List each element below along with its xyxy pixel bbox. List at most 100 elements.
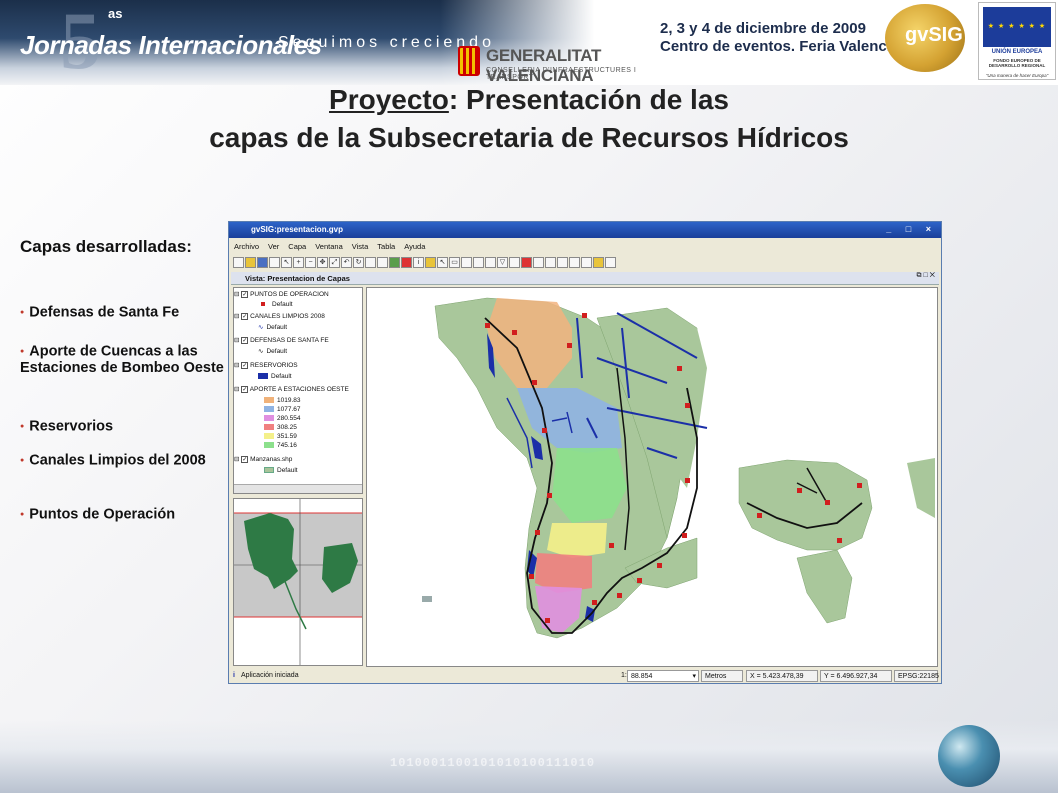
- info-icon: i: [233, 672, 235, 679]
- measure-icon[interactable]: [365, 257, 376, 268]
- city-blocks: [907, 458, 935, 518]
- toc-layer-row[interactable]: ⊟ ✓ RESERVORIOS: [234, 361, 362, 372]
- toc-legend-row: Default: [258, 373, 362, 384]
- toc-legend-label: Default: [277, 467, 298, 474]
- select-poly-icon[interactable]: [461, 257, 472, 268]
- toc-layer-row[interactable]: ⊟ ✓ DEFENSAS DE SANTA FE: [234, 336, 362, 347]
- map-canvas[interactable]: [366, 287, 938, 667]
- menu-archivo[interactable]: Archivo: [229, 239, 263, 251]
- toc-layer-row[interactable]: ⊟ ✓ Manzanas.shp: [234, 455, 362, 466]
- punto-operacion: [512, 330, 517, 335]
- punto-operacion: [837, 538, 842, 543]
- select-rect-icon[interactable]: ▭: [449, 257, 460, 268]
- punto-operacion: [857, 483, 862, 488]
- zoom-full-icon[interactable]: ⤢: [329, 257, 340, 268]
- zoom-in-icon[interactable]: +: [293, 257, 304, 268]
- view-titlebar[interactable]: Vista: Presentacion de Capas ⧉ □ ✕: [231, 272, 939, 285]
- toc-layer-row[interactable]: ⊟ ✓ CANALES LIMPIOS 2008: [234, 312, 362, 323]
- select-layer-icon[interactable]: [473, 257, 484, 268]
- export-icon[interactable]: [605, 257, 616, 268]
- refresh-icon[interactable]: ↻: [353, 257, 364, 268]
- toc-layer-row[interactable]: ⊟ ✓ PUNTOS DE OPERACION: [234, 290, 362, 301]
- punto-operacion: [685, 478, 690, 483]
- select-icon[interactable]: ↖: [281, 257, 292, 268]
- eu-stars-icon: ★ ★ ★ ★ ★ ★: [987, 23, 1047, 30]
- layer-list-label: Puntos de Operación: [29, 506, 176, 523]
- footer-band: 1010001100101010100111010: [0, 720, 1058, 793]
- class-swatch: [264, 406, 274, 413]
- menu-ver[interactable]: Ver: [263, 239, 283, 251]
- toc-class-value: 351.59: [277, 433, 297, 440]
- eu-motto: "Una manera de hacer Europa": [985, 73, 1049, 78]
- menu-tabla[interactable]: Tabla: [372, 239, 399, 251]
- units-field: Metros: [701, 670, 743, 682]
- bullet-icon: ●: [20, 511, 25, 518]
- menu-vista[interactable]: Vista: [347, 239, 373, 251]
- layer-checkbox[interactable]: ✓: [241, 336, 249, 344]
- toc-layer-name: DEFENSAS DE SANTA FE: [250, 337, 329, 344]
- toc-layer-name: RESERVORIOS: [250, 362, 298, 369]
- gvsig-logo: gvSIG: [885, 4, 965, 72]
- info-icon[interactable]: i: [413, 257, 424, 268]
- toc-scrollbar[interactable]: [234, 484, 362, 493]
- layers-heading: Capas desarrolladas:: [20, 237, 192, 256]
- save-icon[interactable]: [257, 257, 268, 268]
- edit-icon[interactable]: [593, 257, 604, 268]
- layer-checkbox[interactable]: ✓: [241, 290, 249, 298]
- menu-bar: Archivo Ver Capa Ventana Vista Tabla Ayuda: [229, 239, 941, 253]
- menu-ventana[interactable]: Ventana: [310, 239, 347, 251]
- overview-map[interactable]: [233, 498, 363, 666]
- layer-checkbox[interactable]: ✓: [241, 361, 249, 369]
- table-icon[interactable]: [509, 257, 520, 268]
- status-message: Aplicación iniciada: [241, 672, 299, 679]
- grid-icon[interactable]: [557, 257, 568, 268]
- properties-icon[interactable]: [545, 257, 556, 268]
- layer-list-item: ● Puntos de Operación: [20, 506, 225, 523]
- layer-list-item: ● Canales Limpios del 2008: [20, 452, 225, 469]
- punto-operacion: [592, 600, 597, 605]
- toc-legend-row: Default: [258, 301, 362, 312]
- remove-layer-icon[interactable]: [401, 257, 412, 268]
- menu-ayuda[interactable]: Ayuda: [399, 239, 429, 251]
- copy-icon[interactable]: [569, 257, 580, 268]
- generalitat-sub: CONSELLERIA D'INFRAESTRUCTURES I TRANSPO…: [486, 67, 637, 81]
- menu-capa[interactable]: Capa: [283, 239, 310, 251]
- event-dates: 2, 3 y 4 de diciembre de 2009: [660, 20, 866, 37]
- open-icon[interactable]: [245, 257, 256, 268]
- hyperlink-icon[interactable]: [425, 257, 436, 268]
- window-titlebar[interactable]: gvSIG:presentacion.gvp _ □ ×: [229, 222, 941, 238]
- punto-operacion: [685, 403, 690, 408]
- pan-icon[interactable]: ✥: [317, 257, 328, 268]
- y-coordinate: Y = 6.496.927,34: [820, 670, 892, 682]
- new-icon[interactable]: [233, 257, 244, 268]
- paste-icon[interactable]: [581, 257, 592, 268]
- toc-legend-row: ∿ Default: [258, 323, 362, 334]
- event-number-suffix: as: [108, 6, 123, 21]
- layer-checkbox[interactable]: ✓: [241, 312, 249, 320]
- line-symbol-icon: ∿: [258, 348, 264, 355]
- filter-icon[interactable]: ▽: [497, 257, 508, 268]
- layer-checkbox[interactable]: ✓: [241, 385, 249, 393]
- class-swatch: [264, 424, 274, 431]
- view-controls[interactable]: ⧉ □ ✕: [917, 272, 935, 280]
- generalitat-emblem-icon: [458, 46, 480, 76]
- locator-icon[interactable]: [533, 257, 544, 268]
- clear-selection-icon[interactable]: [485, 257, 496, 268]
- window-controls[interactable]: _ □ ×: [886, 224, 937, 234]
- zoom-previous-icon[interactable]: ↶: [341, 257, 352, 268]
- select-point-icon[interactable]: ↖: [437, 257, 448, 268]
- scale-input[interactable]: 88.854 ▾: [627, 670, 699, 682]
- layers-icon[interactable]: [269, 257, 280, 268]
- punto-operacion: [535, 530, 540, 535]
- layer-checkbox[interactable]: ✓: [241, 455, 249, 463]
- toc-legend-label: Default: [266, 348, 288, 355]
- add-layer-icon[interactable]: [389, 257, 400, 268]
- toc-layer-row[interactable]: ⊟ ✓ APORTE A ESTACIONES OESTE: [234, 385, 362, 396]
- chevron-down-icon[interactable]: ▾: [692, 671, 696, 682]
- slide: 5 as Jornadas Internacionales Seguimos c…: [0, 0, 1058, 793]
- layout-icon[interactable]: [521, 257, 532, 268]
- area-icon[interactable]: [377, 257, 388, 268]
- window-title: gvSIG:presentacion.gvp: [251, 225, 344, 234]
- zone-351: [547, 523, 607, 558]
- zoom-out-icon[interactable]: −: [305, 257, 316, 268]
